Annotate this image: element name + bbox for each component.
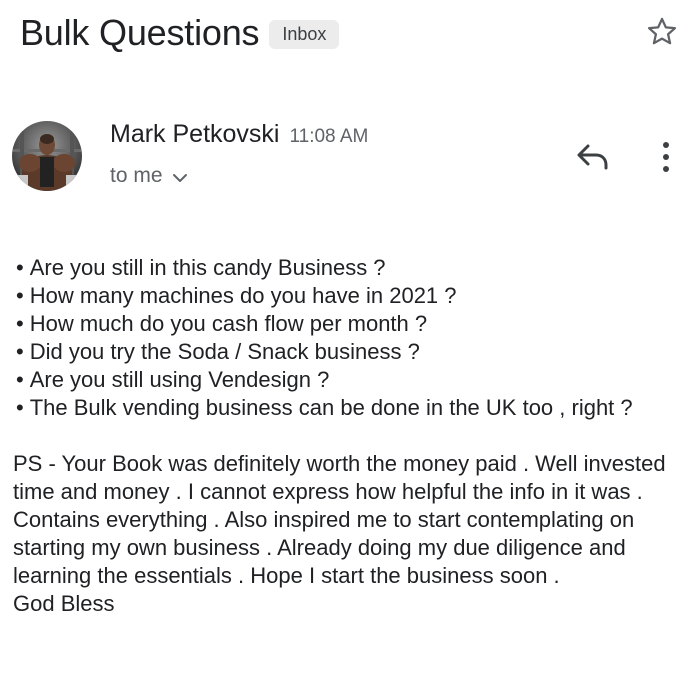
star-outline-icon <box>647 17 677 45</box>
sender-line: Mark Petkovski 11:08 AM <box>110 120 368 149</box>
subject-row: Bulk Questions Inbox <box>20 12 340 54</box>
avatar-photo-icon <box>12 121 82 191</box>
bullet-item: • Are you still using Vendesign ? <box>16 367 330 392</box>
sent-time: 11:08 AM <box>289 126 369 147</box>
sender-avatar[interactable] <box>12 121 82 191</box>
recipient-details-toggle[interactable]: to me <box>110 164 188 188</box>
closing-text: God Bless <box>13 591 115 616</box>
bullet-item: • How much do you cash flow per month ? <box>16 311 428 336</box>
inbox-label-chip[interactable]: Inbox <box>269 19 340 49</box>
reply-icon <box>577 144 608 170</box>
bullet-item: • Are you still in this candy Business ? <box>16 255 386 280</box>
email-view: Bulk Questions Inbox Mark Petkovski 11:0… <box>0 0 689 694</box>
reply-button[interactable] <box>572 139 612 173</box>
bullet-item: • How many machines do you have in 2021 ? <box>16 283 457 308</box>
chevron-down-icon <box>172 172 188 184</box>
more-vert-icon <box>663 142 669 148</box>
ps-paragraph: PS - Your Book was definitely worth the … <box>13 451 666 588</box>
bullet-item: • The Bulk vending business can be done i… <box>16 395 633 420</box>
bullet-item: • Did you try the Soda / Snack business ? <box>16 339 420 364</box>
sender-name[interactable]: Mark Petkovski <box>110 120 279 149</box>
more-options-button[interactable] <box>652 138 680 176</box>
email-body: • Are you still in this candy Business ? … <box>13 254 675 618</box>
star-button[interactable] <box>644 14 680 50</box>
email-subject: Bulk Questions <box>20 12 260 53</box>
recipient-text: to me <box>110 164 163 187</box>
